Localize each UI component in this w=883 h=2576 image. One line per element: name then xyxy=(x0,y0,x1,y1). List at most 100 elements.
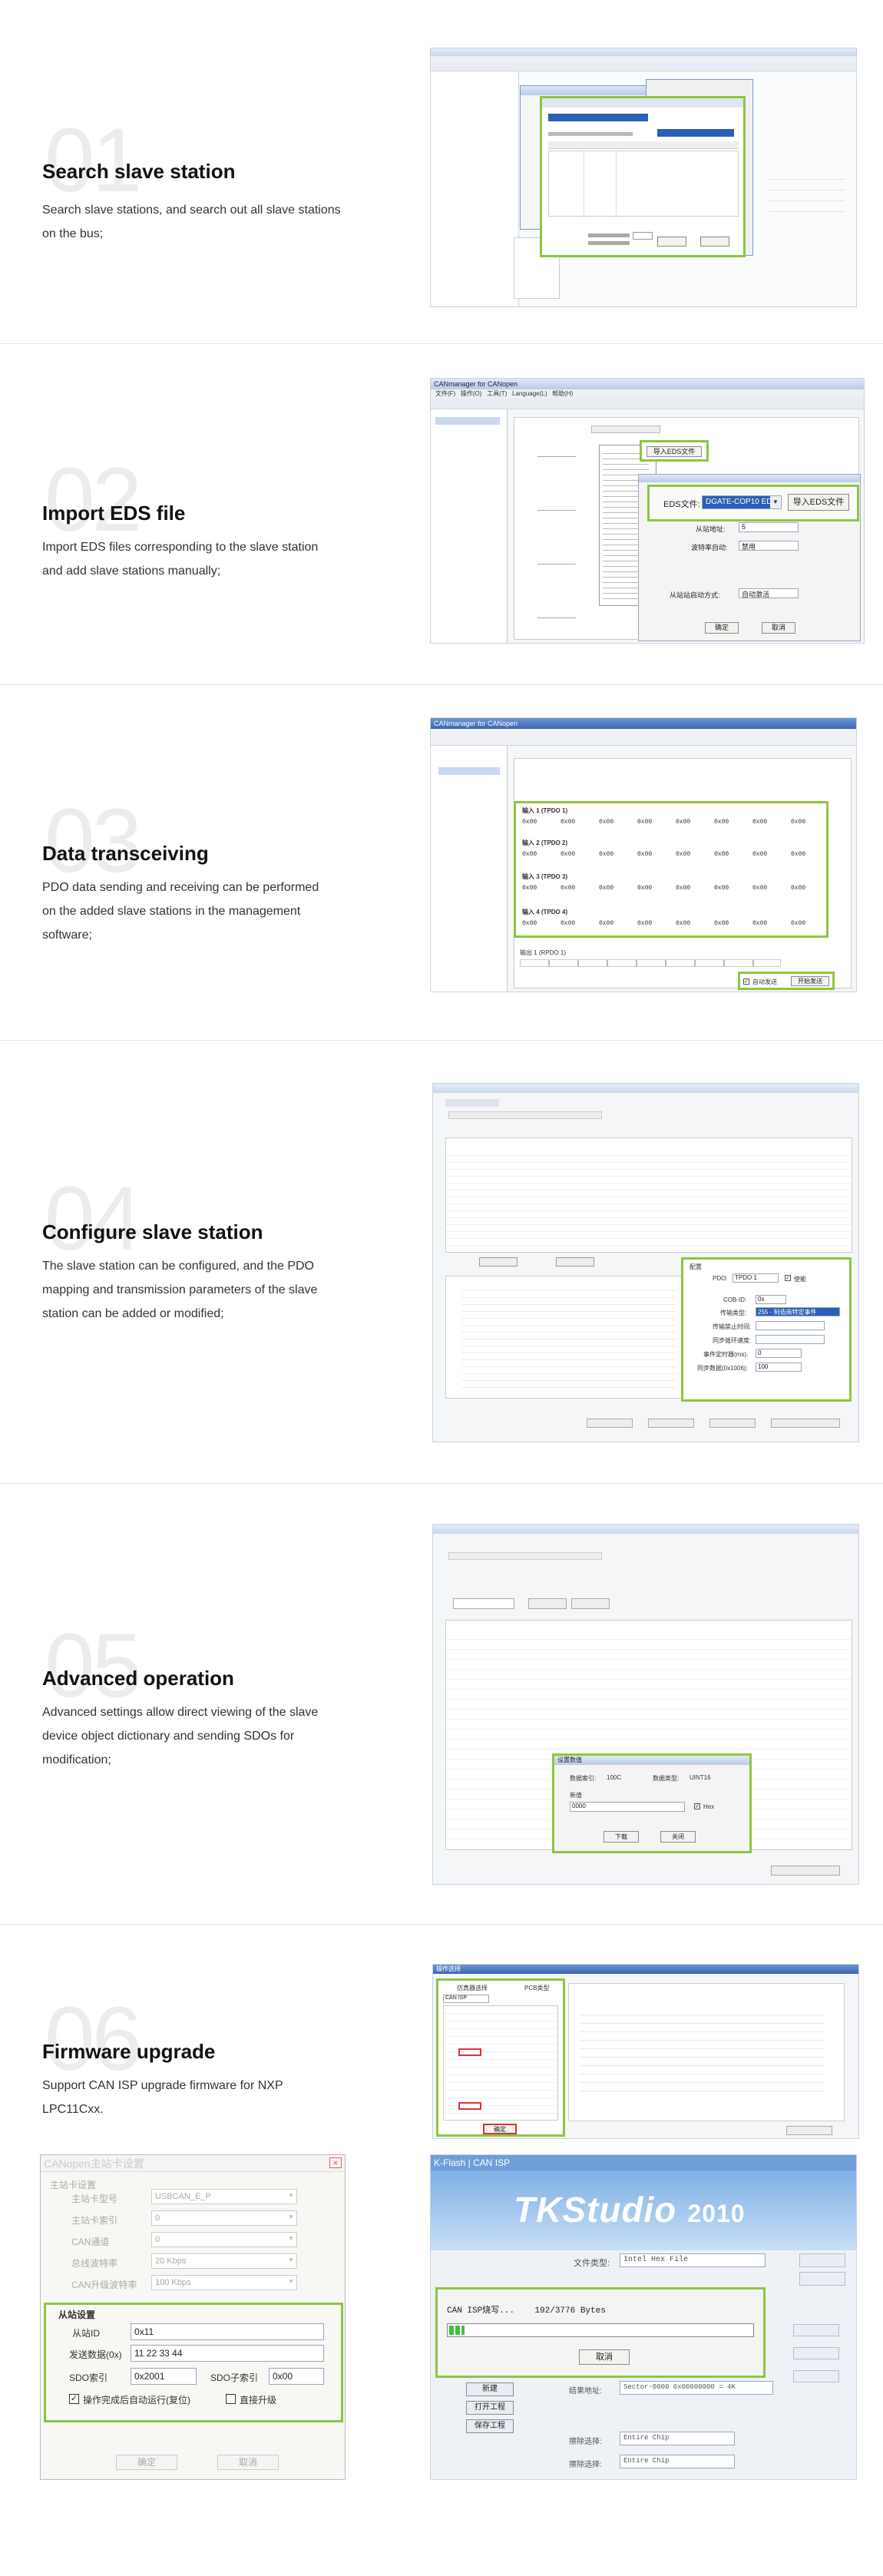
result-address-select[interactable]: Sector-0000 0x00000000 = 4K xyxy=(620,2381,773,2395)
sync-cycle-field[interactable] xyxy=(756,1335,825,1344)
section-number-04: 04 xyxy=(45,1168,142,1270)
erase-select-field-2[interactable]: Entire Chip xyxy=(620,2455,735,2468)
result-address-label: 结果地址: xyxy=(569,2387,602,2396)
data-index-label: 数据索引: xyxy=(570,1775,597,1782)
section-desc-advanced: Advanced settings allow direct viewing o… xyxy=(42,1706,319,1766)
chevron-down-icon: ▼ xyxy=(288,2213,294,2220)
pdo-config-panel: 配置 PDO: TPDO 1 ✓ 使能 COB-ID: 0x 传输类型: 255… xyxy=(681,1257,852,1402)
sync-start-field[interactable]: 100 xyxy=(756,1362,802,1372)
file-type-select[interactable]: Intel Hex File xyxy=(620,2253,766,2267)
erase-select-label-2: 擦除选择: xyxy=(569,2461,602,2469)
station-address-label: 从站地址: xyxy=(696,525,726,533)
event-timer-field[interactable]: 0 xyxy=(756,1349,802,1358)
slave-id-label: 从站ID xyxy=(72,2328,101,2339)
window-title: CANmanager for CANopen xyxy=(431,379,864,389)
new-value-input[interactable]: 0000 xyxy=(570,1802,685,1812)
window-title: CANmanager for CANopen xyxy=(431,718,856,729)
menu-tools[interactable]: 工具(T) xyxy=(487,390,507,397)
sdo-subindex-label: SDO子索引 xyxy=(210,2372,259,2383)
baud-auto-field[interactable]: 禁用 xyxy=(739,541,799,551)
startup-mode-label: 从站站启动方式: xyxy=(670,591,720,599)
tpdo3-label: 输入 3 (TPDO 3) xyxy=(522,873,568,880)
confirm-button[interactable]: 确定 xyxy=(483,2124,517,2134)
menu-language[interactable]: Language(L) xyxy=(512,390,547,397)
enable-checkbox[interactable]: ✓ xyxy=(785,1275,791,1281)
tkstudio-logo: TKStudio 2010 xyxy=(514,2190,746,2230)
screenshot-master-settings: CANopen主站卡设置 × 主站卡设置 主站卡型号 USBCAN_E_P ▼ 主站卡… xyxy=(40,2154,346,2480)
auto-run-checkbox[interactable]: ✓ xyxy=(69,2394,79,2404)
section-title-configure-slave: Configure slave station xyxy=(42,1220,263,1243)
dialog-title: 操作选择 xyxy=(433,1965,858,1974)
menu-help[interactable]: 帮助(H) xyxy=(552,390,573,397)
eds-file-highlight: EDS文件: DGATE-COP10 EDS ▼ 导入EDS文件 xyxy=(647,485,859,521)
ok-button[interactable]: 确定 xyxy=(116,2455,177,2470)
cancel-button[interactable]: 取消 xyxy=(762,622,795,634)
section-title-data-transceiving: Data transceiving xyxy=(42,842,209,865)
direct-upgrade-label: 直接升级 xyxy=(240,2395,277,2405)
eds-import-button[interactable]: 导入EDS文件 xyxy=(788,494,849,511)
trans-type-select[interactable]: 255 - 制造商特定事件 xyxy=(756,1307,840,1316)
direct-upgrade-checkbox[interactable] xyxy=(226,2394,236,2404)
eds-file-label: EDS文件: xyxy=(663,500,700,509)
pcb-col-label: PCB类型 xyxy=(524,1985,550,1992)
pdo-byte-value: 0x00 xyxy=(791,819,806,826)
slave-id-input[interactable]: 0x11 xyxy=(131,2323,324,2340)
progress-bar-fill xyxy=(449,2326,465,2335)
pdo-byte-value: 0x00 xyxy=(752,885,768,892)
config-group-label: 配置 xyxy=(690,1263,702,1270)
screenshot-operation-select: 操作选择 仿真器选择 PCB类型 CAN ISP 确定 xyxy=(432,1964,859,2139)
master-field-label: CAN通道 xyxy=(71,2237,110,2247)
section-divider xyxy=(0,343,883,344)
section-title-import-eds: Import EDS file xyxy=(42,502,186,525)
master-field-select[interactable]: USBCAN_E_P ▼ xyxy=(151,2189,297,2204)
start-send-button[interactable]: 开始发送 xyxy=(791,976,829,986)
master-field-select[interactable]: 0 ▼ xyxy=(151,2232,297,2247)
auto-send-checkbox[interactable]: ✓ xyxy=(743,978,749,985)
new-project-button[interactable]: 新建 xyxy=(466,2382,514,2396)
data-type-value: UINT16 xyxy=(690,1774,711,1781)
hex-checkbox[interactable]: ✓ xyxy=(694,1803,700,1809)
menu-file[interactable]: 文件(F) xyxy=(435,390,455,397)
progress-bar xyxy=(447,2323,754,2337)
erase-select-label: 擦除选择: xyxy=(569,2438,602,2446)
ok-button[interactable]: 确定 xyxy=(705,622,739,634)
master-field-select[interactable]: 20 Kbps ▼ xyxy=(151,2253,297,2269)
pdo-byte-value: 0x00 xyxy=(714,851,729,858)
pdo-select[interactable]: TPDO 1 xyxy=(733,1273,779,1283)
cancel-button[interactable]: 取消 xyxy=(217,2455,279,2470)
cancel-button[interactable]: 取消 xyxy=(579,2349,630,2365)
cob-id-field[interactable]: 0x xyxy=(756,1295,786,1304)
eds-file-select[interactable]: DGATE-COP10 EDS ▼ xyxy=(702,495,782,509)
open-project-button[interactable]: 打开工程 xyxy=(466,2401,514,2415)
send-data-input[interactable]: 11 22 33 44 xyxy=(131,2345,324,2362)
download-button[interactable]: 下载 xyxy=(604,1831,639,1843)
inhibit-time-field[interactable] xyxy=(756,1321,825,1330)
section-desc-firmware: Support CAN ISP upgrade firmware for NXP… xyxy=(42,2079,283,2116)
chevron-down-icon: ▼ xyxy=(288,2256,294,2263)
section-number-02: 02 xyxy=(45,449,142,551)
sdo-subindex-input[interactable]: 0x00 xyxy=(269,2368,324,2385)
startup-mode-field[interactable]: 自动激活 xyxy=(739,588,799,598)
pdo-label: PDO: xyxy=(713,1275,728,1282)
erase-select-field[interactable]: Entire Chip xyxy=(620,2432,735,2445)
master-field-label: 主站卡索引 xyxy=(71,2215,118,2226)
section-title-firmware: Firmware upgrade xyxy=(42,2040,216,2063)
pdo-byte-value: 0x00 xyxy=(676,885,691,892)
master-field-select[interactable]: 0 ▼ xyxy=(151,2210,297,2226)
screenshot-configure-slave: 配置 PDO: TPDO 1 ✓ 使能 COB-ID: 0x 传输类型: 255… xyxy=(432,1083,859,1442)
menu-operate[interactable]: 操作(O) xyxy=(461,390,482,397)
close-button[interactable]: 关闭 xyxy=(660,1831,696,1843)
section-title-advanced: Advanced operation xyxy=(42,1667,234,1690)
screenshot-tkstudio-flash: K-Flash | CAN ISP TKStudio 2010 文件类型: Int… xyxy=(430,2154,857,2480)
progress-dialog: CAN ISP烧写... 192/3776 Bytes 取消 xyxy=(435,2287,766,2378)
import-eds-button[interactable]: 导入EDS文件 xyxy=(647,446,702,457)
pdo-byte-value: 0x00 xyxy=(752,851,768,858)
pdo-byte-value: 0x00 xyxy=(714,885,729,892)
sdo-index-input[interactable]: 0x2001 xyxy=(131,2368,197,2385)
pdo-data-panel: 输入 1 (TPDO 1) 0x00 0x00 0x00 0x00 0x00 0x00 0x… xyxy=(514,801,828,938)
emulator-combo[interactable]: CAN ISP xyxy=(443,1995,489,2003)
station-address-field[interactable]: 5 xyxy=(739,522,799,532)
save-project-button[interactable]: 保存工程 xyxy=(466,2419,514,2433)
close-icon[interactable]: × xyxy=(329,2157,342,2168)
master-field-select[interactable]: 100 Kbps ▼ xyxy=(151,2275,297,2290)
